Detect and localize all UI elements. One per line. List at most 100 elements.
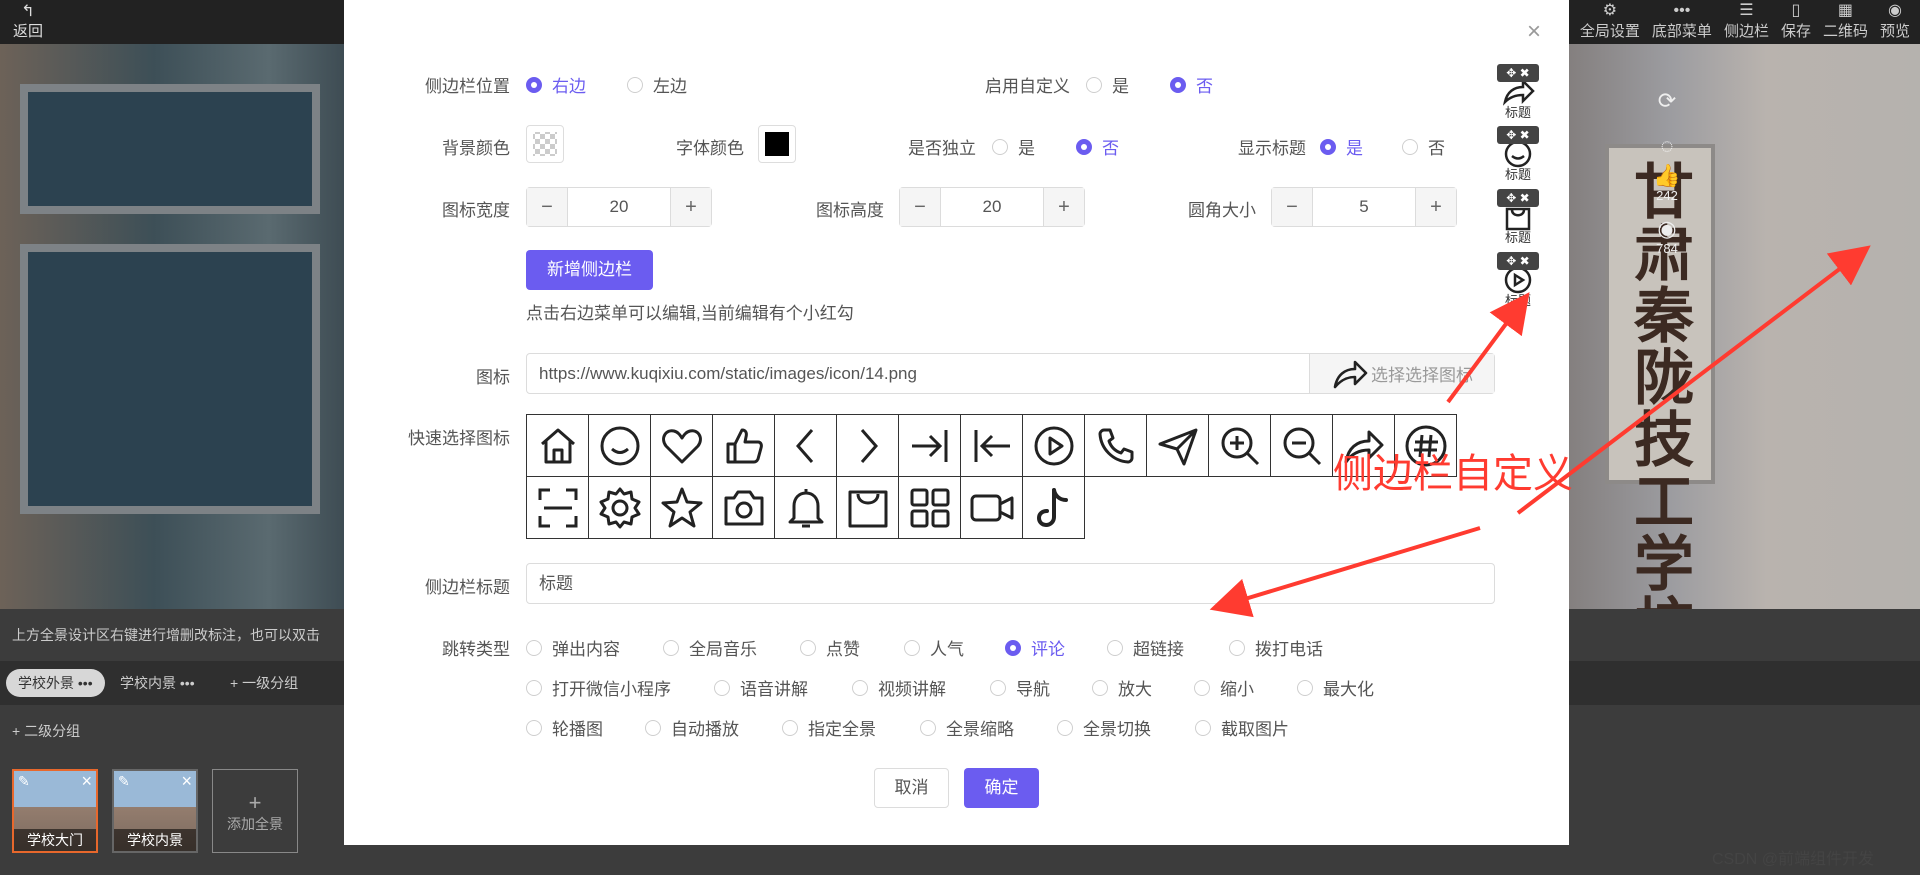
- add-group-button[interactable]: + 一级分组: [218, 669, 310, 697]
- close-icon[interactable]: ×: [81, 771, 92, 792]
- show-title-yes-radio[interactable]: 是: [1320, 134, 1363, 159]
- thumbs-up-icon[interactable]: [712, 414, 775, 477]
- jump-audio-guide-radio[interactable]: 语音讲解: [714, 675, 808, 700]
- jump-pano-switch-radio[interactable]: 全景切换: [1057, 715, 1151, 740]
- jump-zoom-in-radio[interactable]: 放大: [1092, 675, 1152, 700]
- bg-color-picker[interactable]: [526, 125, 564, 163]
- radius-value[interactable]: 5: [1312, 188, 1416, 226]
- jump-maximize-radio[interactable]: 最大化: [1297, 675, 1374, 700]
- sidebar-icon-share[interactable]: ⟳: [1632, 89, 1702, 113]
- jump-miniprogram-radio[interactable]: 打开微信小程序: [526, 675, 671, 700]
- jump-popularity-radio[interactable]: 人气: [904, 635, 964, 660]
- jump-comment-radio[interactable]: 评论: [1005, 635, 1065, 660]
- sidebar-preview-item[interactable]: ✥ ✖ 标题: [1493, 252, 1543, 309]
- jump-like-radio[interactable]: 点赞: [800, 635, 860, 660]
- icon-height-value[interactable]: 20: [940, 188, 1044, 226]
- plus-button[interactable]: +: [671, 188, 711, 226]
- qrcode-button[interactable]: ▦ 二维码: [1817, 0, 1874, 41]
- bag-icon[interactable]: [836, 476, 899, 539]
- video-camera-icon[interactable]: [960, 476, 1023, 539]
- preview-button[interactable]: ◉ 预览: [1874, 0, 1916, 41]
- arrow-left-bar-icon[interactable]: [960, 414, 1023, 477]
- move-close-handle[interactable]: ✥ ✖: [1497, 126, 1539, 144]
- font-color-picker[interactable]: [758, 125, 796, 163]
- move-close-handle[interactable]: ✥ ✖: [1497, 189, 1539, 207]
- position-left-radio[interactable]: 左边: [627, 72, 687, 97]
- position-right-radio[interactable]: 右边: [526, 72, 586, 97]
- confirm-button[interactable]: 确定: [964, 768, 1039, 808]
- send-icon[interactable]: [1146, 414, 1209, 477]
- radio-dot: [992, 138, 1008, 155]
- move-close-handle[interactable]: ✥ ✖: [1497, 252, 1539, 270]
- scan-icon[interactable]: [526, 476, 589, 539]
- jump-link-radio[interactable]: 超链接: [1107, 635, 1184, 660]
- icon-width-value[interactable]: 20: [567, 188, 671, 226]
- sidebar-icon-like[interactable]: 👍 242: [1632, 164, 1702, 204]
- global-settings-button[interactable]: ⚙ 全局设置: [1574, 0, 1646, 41]
- show-title-no-radio[interactable]: 否: [1402, 134, 1445, 159]
- minus-button[interactable]: −: [527, 188, 567, 226]
- jump-popup-radio[interactable]: 弹出内容: [526, 635, 620, 660]
- tiktok-icon[interactable]: [1022, 476, 1085, 539]
- cancel-button[interactable]: 取消: [874, 768, 949, 808]
- gear-icon[interactable]: [588, 476, 651, 539]
- close-icon[interactable]: ×: [1527, 20, 1541, 44]
- icon-url-value[interactable]: https://www.kuqixiu.com/static/images/ic…: [527, 354, 1309, 393]
- home-icon[interactable]: [526, 414, 589, 477]
- sidebar-preview-item[interactable]: ✥ ✖ 标题: [1493, 64, 1543, 121]
- arrow-right-bar-icon[interactable]: [898, 414, 961, 477]
- bell-icon[interactable]: [774, 476, 837, 539]
- grid-icon[interactable]: [898, 476, 961, 539]
- jump-carousel-radio[interactable]: 轮播图: [526, 715, 603, 740]
- sidebar-preview-item[interactable]: ✥ ✖ 标题: [1493, 189, 1543, 246]
- minus-button[interactable]: −: [1272, 188, 1312, 226]
- jump-call-radio[interactable]: 拨打电话: [1229, 635, 1323, 660]
- phone-icon[interactable]: [1084, 414, 1147, 477]
- sidebar-title-input[interactable]: 标题: [526, 563, 1495, 604]
- custom-no-radio[interactable]: 否: [1170, 72, 1213, 97]
- minus-button[interactable]: −: [900, 188, 940, 226]
- smile-icon[interactable]: [588, 414, 651, 477]
- chevron-right-icon[interactable]: [836, 414, 899, 477]
- pencil-icon[interactable]: ✎: [18, 773, 30, 790]
- close-icon[interactable]: ×: [181, 771, 192, 792]
- pencil-icon[interactable]: ✎: [118, 773, 130, 790]
- bottom-menu-button[interactable]: ••• 底部菜单: [1646, 0, 1718, 41]
- star-icon[interactable]: [650, 476, 713, 539]
- jump-navigate-radio[interactable]: 导航: [990, 675, 1050, 700]
- group-chip[interactable]: 学校外景 •••: [6, 669, 105, 697]
- zoom-out-icon[interactable]: [1270, 414, 1333, 477]
- independent-yes-radio[interactable]: 是: [992, 134, 1035, 159]
- scene-thumb[interactable]: ✎ × 学校内景: [112, 769, 198, 853]
- play-icon[interactable]: [1022, 414, 1085, 477]
- jump-pano-thumbs-radio[interactable]: 全景缩略: [920, 715, 1014, 740]
- save-button[interactable]: ▯ 保存: [1775, 0, 1817, 41]
- sidebar-icon-comment[interactable]: ◌: [1632, 134, 1702, 158]
- jump-video-guide-radio[interactable]: 视频讲解: [852, 675, 946, 700]
- custom-yes-radio[interactable]: 是: [1086, 72, 1129, 97]
- plus-button[interactable]: +: [1044, 188, 1084, 226]
- sidebar-icon-views[interactable]: ◉ 784: [1632, 217, 1702, 257]
- sidebar-button[interactable]: ☰ 侧边栏: [1718, 0, 1775, 41]
- camera-icon[interactable]: [712, 476, 775, 539]
- back-button[interactable]: ↰ 返回: [10, 4, 46, 41]
- jump-music-radio[interactable]: 全局音乐: [663, 635, 757, 660]
- jump-autoplay-radio[interactable]: 自动播放: [645, 715, 739, 740]
- zoom-in-icon[interactable]: [1208, 414, 1271, 477]
- jump-screenshot-radio[interactable]: 截取图片: [1195, 715, 1289, 740]
- move-close-handle[interactable]: ✥ ✖: [1497, 64, 1539, 82]
- add-sidebar-button[interactable]: 新增侧边栏: [526, 250, 653, 290]
- sidebar-preview-item[interactable]: ✥ ✖ 标题: [1493, 126, 1543, 183]
- chevron-left-icon[interactable]: [774, 414, 837, 477]
- jump-specific-pano-radio[interactable]: 指定全景: [782, 715, 876, 740]
- add-scene-button[interactable]: + 添加全景: [212, 769, 298, 853]
- icon-url-field[interactable]: https://www.kuqixiu.com/static/images/ic…: [526, 353, 1495, 394]
- independent-no-radio[interactable]: 否: [1076, 134, 1119, 159]
- group-chip[interactable]: 学校内景 •••: [108, 669, 207, 697]
- plus-button[interactable]: +: [1416, 188, 1456, 226]
- heart-icon[interactable]: [650, 414, 713, 477]
- select-icon-button[interactable]: 选择选择图标: [1309, 354, 1494, 393]
- add-subgroup-button[interactable]: + 二级分组: [12, 721, 80, 741]
- jump-zoom-out-radio[interactable]: 缩小: [1194, 675, 1254, 700]
- scene-thumb[interactable]: ✎ × 学校大门: [12, 769, 98, 853]
